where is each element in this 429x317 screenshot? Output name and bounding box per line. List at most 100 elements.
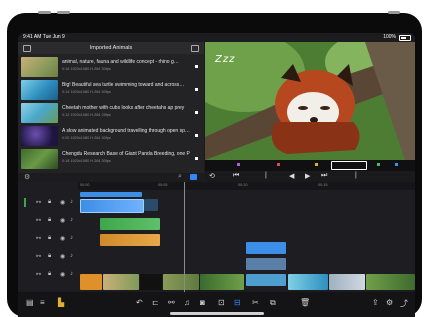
library-clip[interactable]: animal, nature, fauna and wildlife conce… [21, 56, 202, 78]
link-icon[interactable]: ⚯ [36, 217, 41, 224]
speaker-icon[interactable]: ♪ [70, 217, 73, 223]
timeline-clip[interactable] [246, 258, 286, 270]
settings-icon[interactable]: ⚙ [386, 298, 393, 307]
main-track-clip[interactable] [103, 274, 139, 290]
volume-icon[interactable]: ♫ [184, 298, 190, 307]
clip-marker [195, 88, 198, 91]
filter-icon[interactable] [190, 174, 197, 180]
timeline-clip[interactable] [100, 218, 160, 230]
link-icon[interactable]: ⚯ [36, 235, 41, 242]
track-header: ⚯ 🔒︎ ◉ ♪ [18, 212, 78, 229]
link-icon[interactable]: ⚯ [168, 298, 175, 307]
eye-icon[interactable]: ◉ [60, 253, 65, 260]
device-button [38, 11, 51, 14]
library-clip[interactable]: Cheetah mother with cubs looks after che… [21, 102, 202, 124]
clip-thumbnail [21, 57, 58, 77]
clip-marker [195, 111, 198, 114]
clip-meta: 0:16 1920x1080 H.264 30fps [62, 67, 111, 71]
inspector-icon[interactable]: ▙ [58, 298, 64, 307]
playhead[interactable] [184, 182, 185, 292]
marker [237, 163, 240, 166]
library-toggle-icon[interactable]: ▤ [26, 298, 34, 307]
main-track-clip[interactable] [140, 274, 162, 290]
media-library-panel: Imported Animals animal, nature, fauna a… [18, 42, 204, 173]
eye-icon[interactable]: ◉ [60, 271, 65, 278]
video-preview[interactable]: Zzz [205, 42, 415, 160]
speaker-icon[interactable]: ♪ [70, 271, 73, 277]
library-clip[interactable]: A slow animated background travelling th… [21, 125, 202, 147]
eye-icon[interactable]: ◉ [60, 217, 65, 224]
layers-icon[interactable]: ≡ [40, 298, 45, 307]
mark-in-icon[interactable]: | [265, 172, 267, 179]
camera-icon[interactable]: ◙ [200, 298, 205, 307]
main-track-clip[interactable] [366, 274, 415, 290]
skip-back-icon[interactable]: ⏮ [233, 172, 239, 180]
app-screen: 9:41 AM Tue Jun 9 100% Imported Animals … [18, 33, 415, 317]
speaker-icon[interactable]: ♪ [70, 253, 73, 259]
scissors-icon[interactable]: ✂ [252, 298, 259, 307]
settings-icon[interactable]: ⚙ [24, 173, 30, 181]
eye-icon[interactable]: ◉ [60, 235, 65, 242]
clip-marker [195, 134, 198, 137]
preview-scrubber[interactable] [205, 160, 415, 171]
loop-icon[interactable]: ⟲ [209, 172, 215, 180]
timeline-clip[interactable] [246, 274, 286, 286]
timeline-ruler[interactable]: 00:00 00:05 00:10 00:15 [78, 182, 415, 190]
duplicate-icon[interactable]: ⧉ [270, 298, 276, 308]
clip-marker [195, 157, 198, 160]
title-clip[interactable] [80, 192, 142, 197]
transform-icon[interactable]: ⊡ [218, 298, 225, 307]
eye-icon[interactable]: ◉ [60, 199, 65, 206]
timeline-clip[interactable] [100, 234, 160, 246]
split-mode-icon[interactable]: ⊟ [234, 298, 241, 307]
clip-title: Chengdu Research Base of Giant Panda Bre… [62, 151, 190, 157]
clip-meta: 0:12 1920x1080 H.264 25fps [62, 113, 111, 117]
mark-out-icon[interactable]: | [355, 172, 357, 179]
transport-bar: ⟲ ⏮ | ◀ ▶ ⏭ | [205, 171, 415, 182]
timeline-clip[interactable] [144, 199, 158, 211]
clip-title: A slow animated background travelling th… [62, 128, 190, 134]
battery-icon [399, 34, 411, 41]
trim-icon[interactable]: ⊏ [152, 298, 159, 307]
share-icon[interactable]: ⤴ [400, 298, 408, 309]
timeline-clip[interactable] [246, 242, 286, 254]
export-icon[interactable]: ⇪ [372, 298, 379, 307]
link-icon[interactable]: ⚯ [36, 253, 41, 260]
speaker-icon[interactable]: ♪ [70, 235, 73, 241]
lock-icon[interactable]: 🔒︎ [48, 217, 51, 224]
step-back-icon[interactable]: ◀ [289, 172, 294, 180]
main-track-clip[interactable] [200, 274, 244, 290]
play-icon[interactable]: ▶ [305, 172, 310, 180]
main-track-clip[interactable] [288, 274, 328, 290]
undo-icon[interactable]: ↶ [136, 298, 143, 307]
lock-icon[interactable]: 🔒︎ [48, 235, 51, 242]
device-button [57, 11, 70, 14]
lock-icon[interactable]: 🔒︎ [48, 199, 51, 206]
track-header: ⚯ 🔒︎ ◉ ♪ [18, 230, 78, 247]
level-meter [24, 198, 26, 207]
lock-icon[interactable]: 🔒︎ [48, 271, 51, 278]
search-icon[interactable]: ⌕ [178, 173, 182, 181]
timeline-clip[interactable] [80, 199, 144, 213]
clip-thumbnail [21, 149, 58, 169]
red-panda-frame [205, 42, 415, 160]
main-track-clip[interactable] [80, 274, 102, 290]
library-clip[interactable]: Chengdu Research Base of Giant Panda Bre… [21, 148, 202, 170]
range-selector[interactable] [331, 161, 367, 170]
library-icon[interactable] [23, 45, 31, 52]
lock-icon[interactable]: 🔒︎ [48, 253, 51, 260]
library-clip[interactable]: Big! Beautiful sea turtle swimming towar… [21, 79, 202, 101]
link-icon[interactable]: ⚯ [36, 199, 41, 206]
clip-thumbnail [21, 103, 58, 123]
marker [395, 163, 398, 166]
trash-icon[interactable]: 🗑︎ [300, 298, 310, 307]
skip-forward-icon[interactable]: ⏭ [321, 172, 327, 180]
battery-percent: 100% [383, 34, 396, 40]
speaker-icon[interactable]: ♪ [70, 199, 73, 205]
ruler-mark: 00:00 [80, 183, 90, 187]
main-track-clip[interactable] [163, 274, 199, 290]
add-icon[interactable] [191, 45, 199, 52]
track-header: ⚯ 🔒︎ ◉ ♪ [18, 248, 78, 265]
link-icon[interactable]: ⚯ [36, 271, 41, 278]
main-track-clip[interactable] [329, 274, 365, 290]
